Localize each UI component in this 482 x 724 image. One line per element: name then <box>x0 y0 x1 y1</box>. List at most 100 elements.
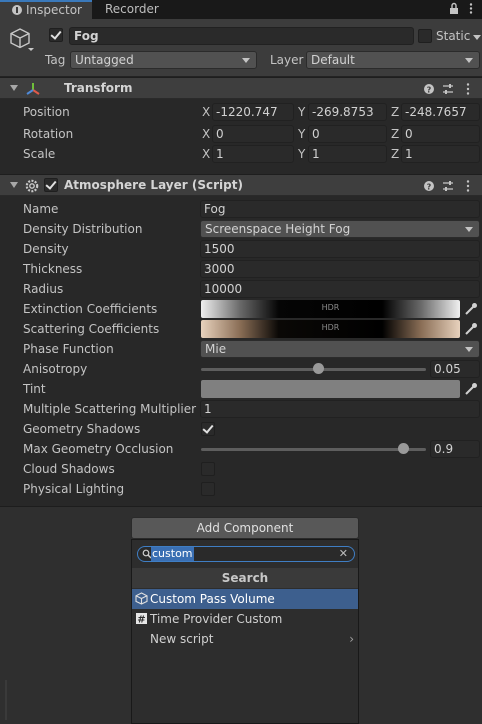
search-query-text[interactable]: custom <box>151 547 194 561</box>
max-occlusion-slider-handle[interactable] <box>398 443 409 454</box>
density-row: Density 1500 <box>0 239 482 259</box>
kebab-menu-icon[interactable] <box>466 2 476 15</box>
physical-lighting-checkbox[interactable] <box>201 482 215 496</box>
rotation-y-field[interactable]: 0 <box>308 125 387 143</box>
help-icon: ? <box>424 181 434 192</box>
position-z-field[interactable]: -248.7657 <box>401 103 480 121</box>
lock-icon[interactable] <box>449 2 459 15</box>
tab-inspector[interactable]: Inspector <box>0 0 92 19</box>
layer-dropdown[interactable]: Default <box>306 51 480 69</box>
tab-recorder[interactable]: Recorder <box>95 0 175 19</box>
cloud-shadows-label: Cloud Shadows <box>23 462 115 476</box>
object-name-field[interactable]: Fog <box>69 27 414 45</box>
chevron-right-icon: › <box>349 632 354 646</box>
axis-y-label[interactable]: Y <box>298 126 305 142</box>
axis-y-label[interactable]: Y <box>298 146 305 162</box>
tab-recorder-label: Recorder <box>105 2 159 16</box>
anisotropy-label: Anisotropy <box>23 362 88 376</box>
max-occlusion-slider-track[interactable] <box>201 448 426 451</box>
multiple-scattering-row: Multiple Scattering Multiplier 1 <box>0 399 482 419</box>
component-header-icons: ? <box>424 180 470 192</box>
transform-header[interactable]: Transform ? <box>0 77 482 99</box>
rotation-x-field[interactable]: 0 <box>212 125 294 143</box>
density-distribution-dropdown[interactable]: Screenspace Height Fog <box>200 220 480 238</box>
tab-bar: Inspector Recorder <box>0 0 482 19</box>
multiple-scattering-field[interactable]: 1 <box>200 400 480 418</box>
max-geometry-occlusion-label: Max Geometry Occlusion <box>23 442 174 456</box>
cloud-shadows-checkbox[interactable] <box>201 462 215 476</box>
extinction-color-field[interactable]: HDR <box>201 300 460 318</box>
density-field[interactable]: 1500 <box>200 240 480 258</box>
extinction-row: Extinction Coefficients HDR <box>0 299 482 319</box>
component-search-input[interactable]: custom ✕ <box>137 546 355 562</box>
tag-label: Tag <box>45 53 66 67</box>
anisotropy-slider-handle[interactable] <box>312 363 324 374</box>
atmosphere-layer-title: Atmosphere Layer (Script) <box>64 178 243 192</box>
add-component-button[interactable]: Add Component <box>131 517 359 539</box>
name-field[interactable]: Fog <box>200 200 480 218</box>
scale-x-field[interactable]: 1 <box>212 145 294 163</box>
eyedropper-icon[interactable] <box>462 380 480 398</box>
geometry-shadows-checkbox[interactable] <box>201 422 215 436</box>
atmosphere-enabled-toggle[interactable] <box>44 178 58 192</box>
tag-dropdown[interactable]: Untagged <box>70 51 257 69</box>
foldout-arrow-icon[interactable] <box>10 85 18 91</box>
resize-handle[interactable] <box>5 680 7 720</box>
phase-function-dropdown[interactable]: Mie <box>200 340 480 358</box>
axis-z-label[interactable]: Z <box>391 146 399 162</box>
info-icon <box>12 5 22 15</box>
atmosphere-layer-header[interactable]: Atmosphere Layer (Script) ? <box>0 174 482 196</box>
layer-value: Default <box>311 53 355 67</box>
active-toggle[interactable] <box>49 28 63 42</box>
axis-z-label[interactable]: Z <box>391 126 399 142</box>
cube-icon <box>135 592 148 605</box>
axis-y-label[interactable]: Y <box>298 104 305 120</box>
foldout-arrow-icon[interactable] <box>10 182 18 188</box>
axis-z-label[interactable]: Z <box>391 104 399 120</box>
radius-label: Radius <box>23 282 64 296</box>
clear-search-icon[interactable]: ✕ <box>339 547 348 561</box>
cloud-shadows-row: Cloud Shadows <box>0 459 482 479</box>
static-label: Static <box>436 29 471 43</box>
chevron-down-icon <box>465 227 473 232</box>
static-dropdown-arrow-icon[interactable] <box>473 35 481 40</box>
tint-color-field[interactable] <box>201 380 460 398</box>
max-occlusion-field[interactable]: 0.9 <box>430 440 480 458</box>
axis-x-label[interactable]: X <box>202 104 210 120</box>
svg-text:?: ? <box>427 183 432 192</box>
presets-icon <box>443 181 453 191</box>
position-y-field[interactable]: -269.8753 <box>308 103 387 121</box>
thickness-field[interactable]: 3000 <box>200 260 480 278</box>
add-component-popup: custom ✕ Search Custom Pass Volume # Tim… <box>131 539 359 724</box>
tab-inspector-label: Inspector <box>26 3 82 17</box>
chevron-down-icon <box>465 347 473 352</box>
phase-function-label: Phase Function <box>23 342 114 356</box>
scale-y-field[interactable]: 1 <box>308 145 387 163</box>
component-header-icons: ? <box>424 83 470 95</box>
scattering-label: Scattering Coefficients <box>23 322 160 336</box>
list-item-time-provider-custom[interactable]: # Time Provider Custom <box>132 609 358 629</box>
list-item-new-script[interactable]: New script › <box>132 629 358 649</box>
eyedropper-icon[interactable] <box>462 320 480 338</box>
position-x-field[interactable]: -1220.747 <box>212 103 294 121</box>
help-icon: ? <box>424 84 434 95</box>
thickness-label: Thickness <box>23 262 83 276</box>
script-gear-icon <box>25 179 39 193</box>
anisotropy-field[interactable]: 0.05 <box>430 360 480 378</box>
static-checkbox[interactable] <box>418 29 432 43</box>
radius-field[interactable]: 10000 <box>200 280 480 298</box>
density-distribution-row: Density Distribution Screenspace Height … <box>0 219 482 239</box>
script-icon: # <box>136 613 147 625</box>
max-geometry-occlusion-row: Max Geometry Occlusion 0.9 <box>0 439 482 459</box>
list-item-custom-pass-volume[interactable]: Custom Pass Volume <box>132 589 358 609</box>
scattering-hdr-label: HDR <box>321 323 340 332</box>
scattering-color-field[interactable]: HDR <box>201 320 460 338</box>
scale-z-field[interactable]: 1 <box>401 145 480 163</box>
rotation-z-field[interactable]: 0 <box>401 125 480 143</box>
layer-label: Layer <box>270 53 304 67</box>
radius-row: Radius 10000 <box>0 279 482 299</box>
axis-x-label[interactable]: X <box>202 126 210 142</box>
eyedropper-icon[interactable] <box>462 300 480 318</box>
gameobject-cube-icon[interactable] <box>10 27 34 53</box>
axis-x-label[interactable]: X <box>202 146 210 162</box>
